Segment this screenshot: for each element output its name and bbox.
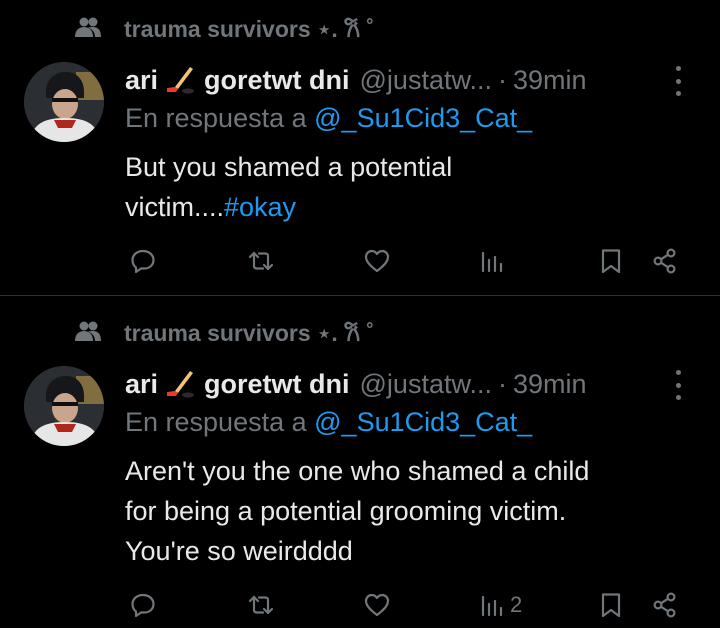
timestamp[interactable]: 39min [513,369,587,400]
action-bar: 2 [0,585,720,625]
mention-link[interactable]: @_Su1Cid3_Cat_ [314,407,532,437]
avatar[interactable] [24,366,104,446]
reply-prefix: En respuesta a [125,407,307,437]
views-button[interactable]: 2 [478,585,522,625]
people-icon [75,321,101,341]
bookmark-icon [601,593,621,618]
retweet-button[interactable] [247,585,275,625]
separator-dot: · [497,368,507,399]
tweet[interactable]: trauma survivors ⋆. 𐙚 ˚ ari goretwt dni … [0,0,720,618]
tweet-header: ari goretwt dni @justatw... · 39min [125,366,680,402]
user-handle[interactable]: @justatw... [360,369,492,400]
views-count: 2 [510,592,523,617]
like-button[interactable] [363,585,391,625]
more-dots-icon[interactable] [674,370,682,400]
retweet-icon [248,595,274,615]
community-name: trauma survivors ⋆. 𐙚 ˚ [124,320,375,346]
share-icon [653,592,676,618]
tweet-text: Aren't you the one who shamed a child fo… [125,451,685,571]
display-name-suffix[interactable]: goretwt dni [204,369,349,400]
bookmark-button[interactable] [597,585,625,625]
reply-icon [131,593,155,618]
display-name[interactable]: ari [125,369,158,400]
reply-button[interactable] [129,585,157,625]
hockey-stick-emoji [167,371,195,398]
heart-icon [364,593,390,617]
community-context[interactable]: trauma survivors ⋆. 𐙚 ˚ [74,318,374,346]
tweet-text-line: You're so weirdddd [125,536,353,566]
tweet-text-line: Aren't you the one who shamed a child [125,456,590,486]
tweet-text-line: for being a potential grooming victim. [125,496,567,526]
reply-context: En respuesta a @_Su1Cid3_Cat_ [125,407,532,438]
avatar-image [24,366,104,446]
views-icon [481,595,503,617]
share-button[interactable] [651,585,679,625]
